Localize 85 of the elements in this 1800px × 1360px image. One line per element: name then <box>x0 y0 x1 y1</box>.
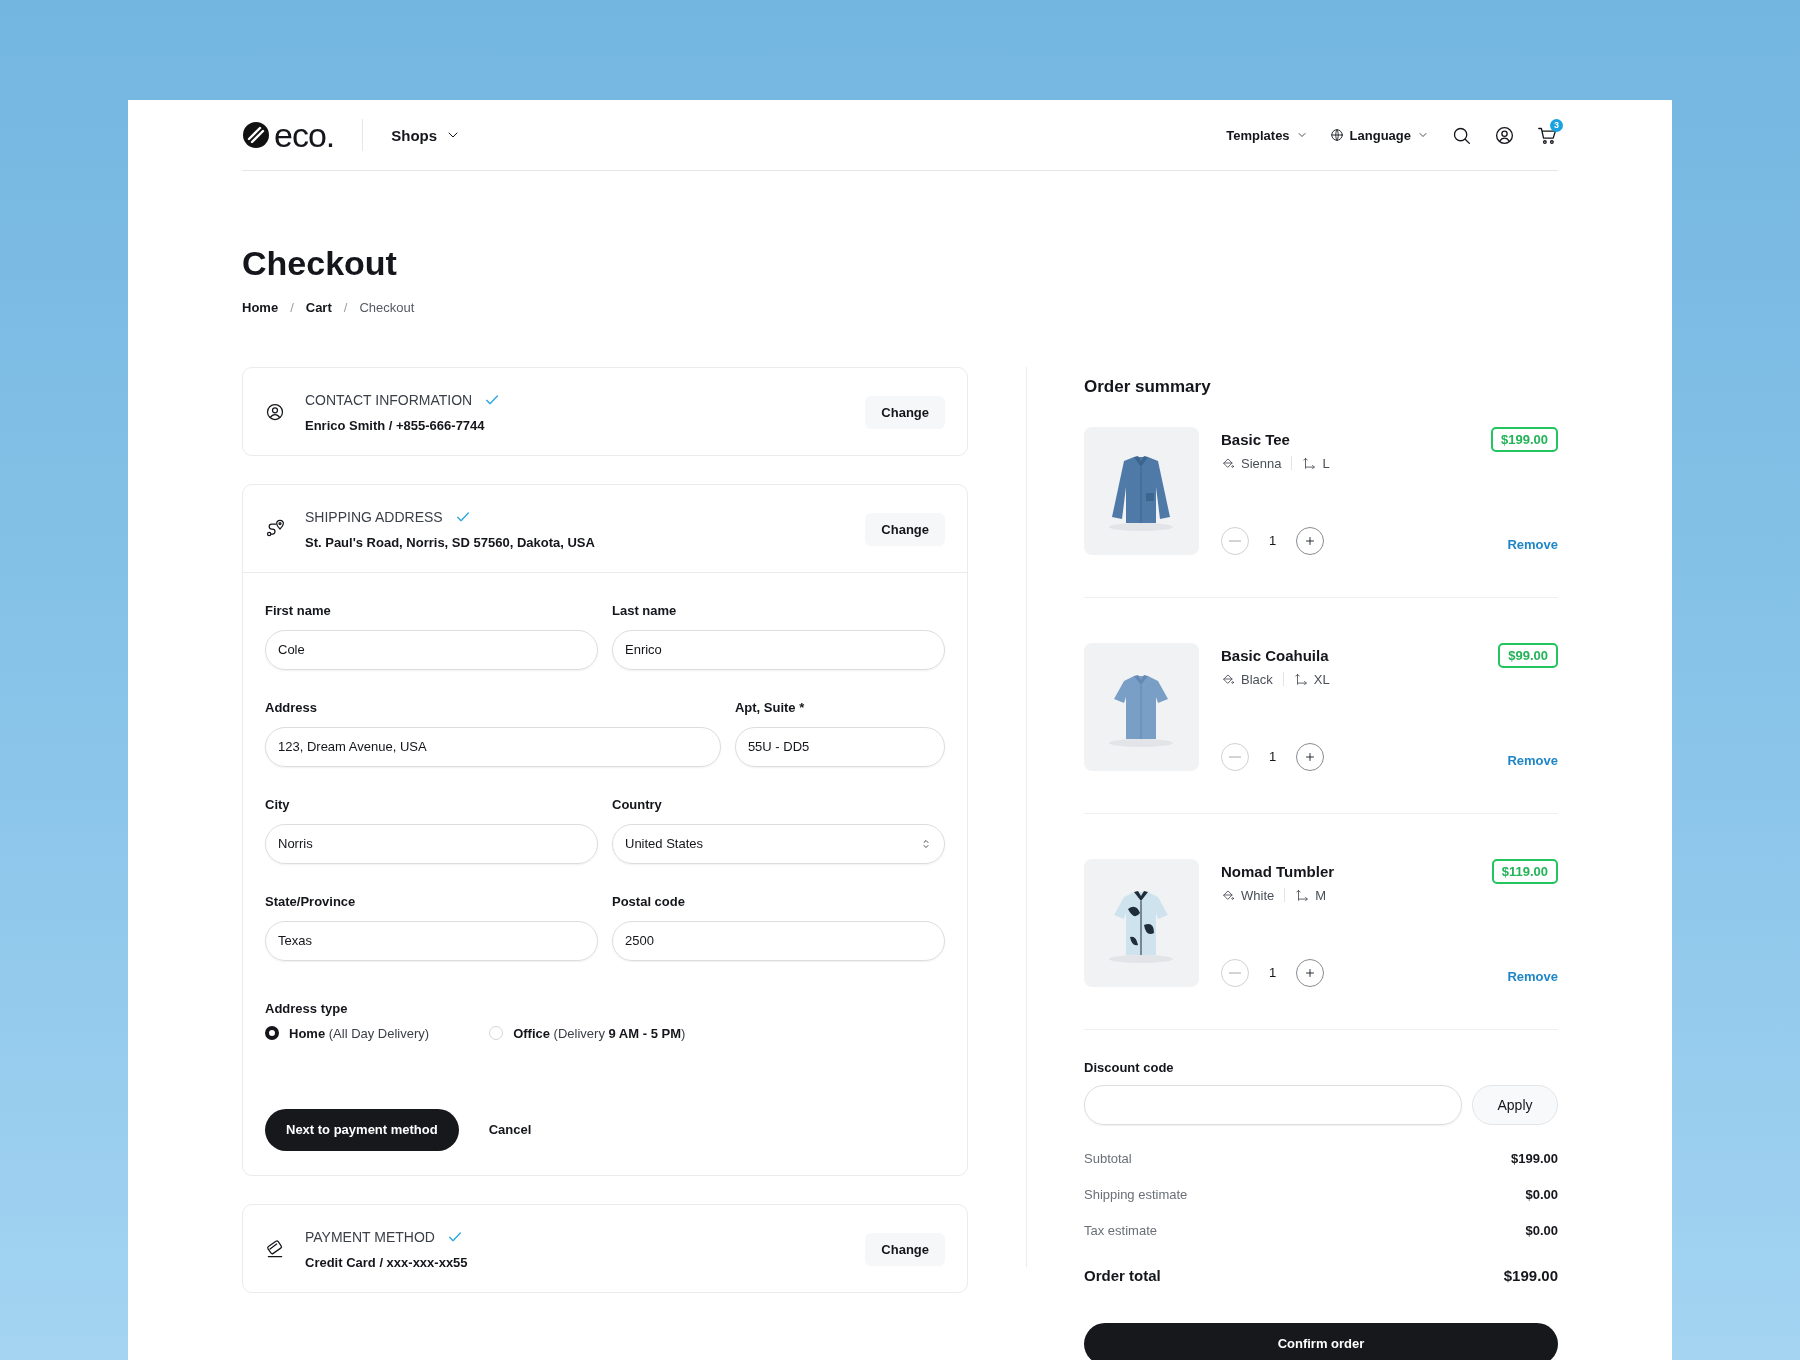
next-button[interactable]: Next to payment method <box>265 1108 459 1151</box>
step-summary: St. Paul's Road, Norris, SD 57560, Dakota, USA <box>305 534 596 550</box>
confirm-button[interactable]: Confirm order <box>1084 1322 1558 1360</box>
paint-bucket-icon <box>1221 456 1235 471</box>
field-label: City <box>265 796 291 812</box>
field-label: Address <box>265 699 319 715</box>
resize-arrows-icon <box>1302 456 1317 471</box>
breadcrumb-separator: / <box>343 299 348 315</box>
field-label: Postal code <box>612 893 686 909</box>
total-label: Shipping estimate <box>1084 1187 1188 1203</box>
step-summary: Enrico Smith / +855-666-7744 <box>305 417 486 433</box>
price-tag: $119.00 <box>1491 858 1558 884</box>
increase-button[interactable] <box>1296 958 1325 987</box>
product-name: Nomad Tumbler <box>1221 862 1335 880</box>
increase-button[interactable] <box>1296 526 1325 555</box>
logo-text: eco. <box>274 118 335 152</box>
nav-menu[interactable]: Shops <box>391 126 462 144</box>
quantity-value: 1 <box>1269 533 1277 549</box>
user-circle-icon <box>265 402 285 423</box>
change-button[interactable]: Change <box>865 1232 945 1266</box>
decrease-button[interactable] <box>1221 526 1249 555</box>
product-size: L <box>1322 455 1330 471</box>
up-down-icon <box>920 837 932 850</box>
change-button[interactable]: Change <box>865 512 945 546</box>
product-size: M <box>1315 887 1327 903</box>
page-title: Checkout <box>242 243 398 284</box>
radio-button[interactable] <box>265 1026 279 1041</box>
minus-icon <box>1229 971 1241 974</box>
user-circle-icon <box>1494 124 1515 146</box>
nav-menu[interactable]: Templates <box>1226 127 1308 143</box>
price-tag: $99.00 <box>1498 642 1558 668</box>
total-value: $199.00 <box>1511 1151 1558 1167</box>
minus-icon <box>1229 755 1241 758</box>
field-label: State/Province <box>265 893 357 909</box>
product-color: White <box>1241 887 1275 903</box>
remove-link[interactable]: Remove <box>1507 753 1558 769</box>
field-label: Address type <box>265 1000 349 1016</box>
remove-link[interactable]: Remove <box>1507 969 1558 985</box>
resize-arrows-icon <box>1295 888 1310 903</box>
price-tag: $199.00 <box>1491 426 1558 452</box>
step-title: SHIPPING ADDRESS <box>305 508 443 525</box>
decrease-button[interactable] <box>1221 958 1249 987</box>
product-color: Sienna <box>1241 455 1282 471</box>
field-label: Country <box>612 796 663 812</box>
cart-count-badge: 3 <box>1550 118 1563 132</box>
resize-arrows-icon <box>1293 672 1308 687</box>
cancel-button[interactable]: Cancel <box>488 1122 532 1138</box>
logo-icon <box>242 121 270 149</box>
total-label: Order total <box>1084 1267 1161 1285</box>
account-button[interactable] <box>1494 124 1515 146</box>
apply-button[interactable]: Apply <box>1472 1084 1558 1125</box>
field-label: Apt, Suite * <box>734 699 806 715</box>
total-label: Subtotal <box>1084 1151 1132 1167</box>
breadcrumb-link[interactable]: Cart <box>305 299 332 315</box>
radio-option[interactable]: Office (Delivery 9 AM - 5 PM) <box>489 1025 686 1041</box>
quantity-value: 1 <box>1269 965 1277 981</box>
breadcrumb-link[interactable]: Home <box>242 299 279 315</box>
total-value: $199.00 <box>1503 1267 1558 1285</box>
total-value: $0.00 <box>1525 1223 1558 1239</box>
field-label: First name <box>265 602 332 618</box>
product-size: XL <box>1313 671 1330 687</box>
paint-bucket-icon <box>1221 672 1235 687</box>
product-name: Basic Coahuila <box>1221 646 1329 664</box>
paint-bucket-icon <box>1221 888 1235 903</box>
remove-link[interactable]: Remove <box>1507 537 1558 553</box>
minus-icon <box>1229 539 1241 542</box>
breadcrumb-separator: / <box>290 299 294 315</box>
field-label: Last name <box>612 602 678 618</box>
product-color: Black <box>1241 671 1273 687</box>
step-summary: Credit Card / xxx-xxx-xx55 <box>305 1254 469 1270</box>
step-title: CONTACT INFORMATION <box>305 391 473 408</box>
total-value: $0.00 <box>1525 1187 1558 1203</box>
step-title: PAYMENT METHOD <box>305 1228 435 1245</box>
card-icon <box>265 1239 285 1260</box>
change-button[interactable]: Change <box>865 395 945 429</box>
quantity-value: 1 <box>1269 749 1277 765</box>
total-label: Tax estimate <box>1084 1223 1157 1239</box>
summary-title: Order summary <box>1084 376 1212 397</box>
globe-icon <box>1329 128 1344 142</box>
increase-button[interactable] <box>1296 742 1325 771</box>
radio-option[interactable]: Home (All Day Delivery) <box>265 1025 430 1041</box>
decrease-button[interactable] <box>1221 742 1249 771</box>
language-menu[interactable]: Language <box>1329 127 1429 143</box>
product-name: Basic Tee <box>1221 430 1290 448</box>
field-label: Discount code <box>1084 1059 1175 1075</box>
